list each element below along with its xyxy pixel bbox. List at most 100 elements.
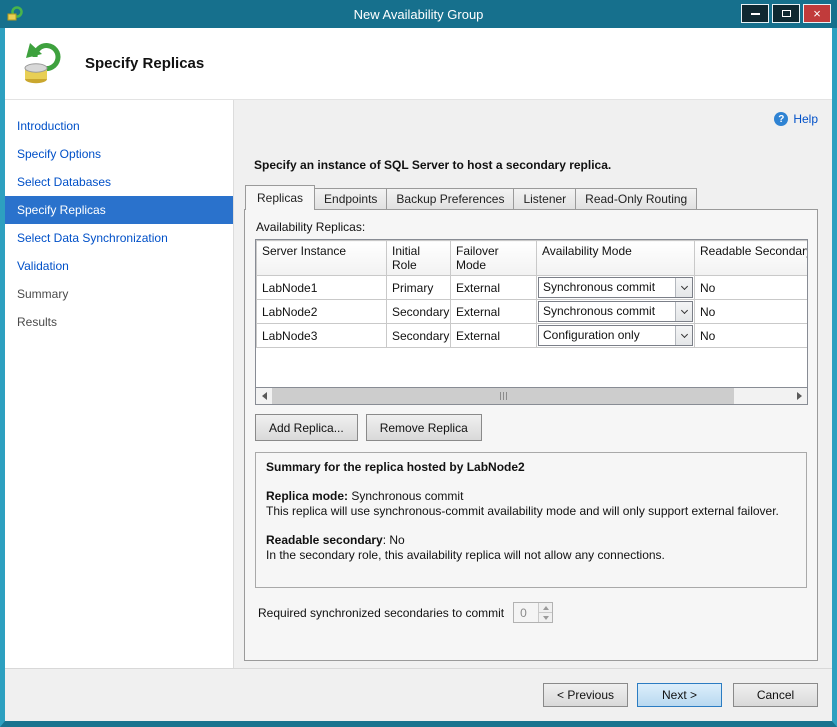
cell-failover-mode: External (451, 276, 537, 300)
cell-initial-role: Primary (387, 276, 451, 300)
cell-readable-secondary: No (695, 324, 809, 348)
grid-header-row: Server Instance Initial Role Failover Mo… (257, 241, 809, 276)
horizontal-scrollbar (255, 388, 808, 405)
spin-up-icon (543, 606, 549, 610)
thumb-grip-icon (503, 392, 504, 400)
replica-mode-value: Synchronous commit (348, 489, 463, 503)
scroll-right-button[interactable] (791, 388, 807, 404)
sidebar-item-validation[interactable]: Validation (5, 252, 233, 280)
availability-replicas-grid: Server Instance Initial Role Failover Mo… (255, 239, 808, 388)
chevron-down-icon (680, 331, 687, 338)
summary-title: Summary for the replica hosted by LabNod… (266, 460, 796, 476)
availability-mode-value: Synchronous commit (539, 278, 675, 297)
replica-summary-panel: Summary for the replica hosted by LabNod… (255, 452, 807, 588)
wizard-header: Specify Replicas (5, 28, 832, 100)
cell-initial-role: Secondary (387, 324, 451, 348)
scroll-left-button[interactable] (256, 388, 272, 404)
cell-failover-mode: External (451, 300, 537, 324)
next-button[interactable]: Next > (637, 683, 722, 707)
replica-buttons-row: Add Replica... Remove Replica (255, 414, 807, 441)
chevron-down-icon (680, 307, 687, 314)
replica-mode-description: This replica will use synchronous-commit… (266, 504, 796, 520)
window-title: New Availability Group (0, 7, 837, 22)
replica-mode-section: Replica mode: Synchronous commit This re… (266, 489, 796, 520)
cell-initial-role: Secondary (387, 300, 451, 324)
cell-failover-mode: External (451, 324, 537, 348)
required-secondaries-spinner: 0 (513, 602, 553, 623)
maximize-button[interactable] (772, 4, 800, 23)
dropdown-button[interactable] (675, 302, 692, 321)
col-header-initial-role: Initial Role (387, 241, 451, 276)
thumb-grip-icon (500, 392, 501, 400)
cell-availability-mode: Synchronous commit (537, 300, 695, 324)
availability-mode-dropdown[interactable]: Configuration only (538, 325, 693, 346)
window-controls: × (741, 4, 831, 23)
readable-secondary-label: Readable secondary (266, 533, 383, 547)
footer-button-bar: < Previous Next > Cancel (5, 668, 832, 721)
title-bar: New Availability Group × (0, 0, 837, 28)
table-row[interactable]: LabNode1 Primary External Synchronous co… (257, 276, 809, 300)
chevron-down-icon (680, 283, 687, 290)
tab-replicas[interactable]: Replicas (245, 185, 315, 210)
previous-button[interactable]: < Previous (543, 683, 628, 707)
replicas-tab-page: Availability Replicas: Server Instance I… (244, 209, 818, 661)
required-secondaries-value: 0 (514, 603, 538, 622)
add-replica-button[interactable]: Add Replica... (255, 414, 358, 441)
cell-readable-secondary: No (695, 276, 809, 300)
minimize-icon (751, 13, 760, 15)
cell-readable-secondary: No (695, 300, 809, 324)
tab-backup-preferences[interactable]: Backup Preferences (386, 188, 514, 209)
tab-read-only-routing[interactable]: Read-Only Routing (575, 188, 697, 209)
help-icon: ? (774, 112, 788, 126)
tab-strip: Replicas Endpoints Backup Preferences Li… (244, 185, 818, 209)
availability-mode-value: Configuration only (539, 326, 675, 345)
cell-server-instance: LabNode3 (257, 324, 387, 348)
col-header-availability-mode: Availability Mode (537, 241, 695, 276)
spin-up-button (539, 603, 552, 612)
cancel-button[interactable]: Cancel (733, 683, 818, 707)
close-icon: × (813, 7, 821, 20)
scrollbar-thumb[interactable] (272, 388, 734, 404)
app-icon (7, 6, 23, 22)
minimize-button[interactable] (741, 4, 769, 23)
table-row[interactable]: LabNode2 Secondary External Synchronous … (257, 300, 809, 324)
sidebar-item-select-databases[interactable]: Select Databases (5, 168, 233, 196)
replica-mode-label: Replica mode: (266, 489, 348, 503)
help-label: Help (793, 112, 818, 126)
readable-secondary-section: Readable secondary: No In the secondary … (266, 533, 796, 564)
availability-mode-dropdown[interactable]: Synchronous commit (538, 301, 693, 322)
sidebar-item-introduction[interactable]: Introduction (5, 112, 233, 140)
close-button[interactable]: × (803, 4, 831, 23)
scrollbar-track[interactable] (734, 388, 791, 404)
col-header-server-instance: Server Instance (257, 241, 387, 276)
remove-replica-button[interactable]: Remove Replica (366, 414, 482, 441)
availability-mode-dropdown[interactable]: Synchronous commit (538, 277, 693, 298)
content-area: ? Help Specify an instance of SQL Server… (234, 100, 832, 668)
sidebar-item-specify-options[interactable]: Specify Options (5, 140, 233, 168)
sidebar-item-select-data-synchronization[interactable]: Select Data Synchronization (5, 224, 233, 252)
cell-server-instance: LabNode1 (257, 276, 387, 300)
dropdown-button[interactable] (675, 326, 692, 345)
sidebar-item-summary: Summary (5, 280, 233, 308)
tab-listener[interactable]: Listener (513, 188, 576, 209)
spinner-arrows (538, 603, 552, 622)
cell-server-instance: LabNode2 (257, 300, 387, 324)
thumb-grip-icon (506, 392, 507, 400)
dropdown-button[interactable] (675, 278, 692, 297)
availability-group-icon (21, 41, 67, 87)
scroll-right-icon (797, 392, 802, 400)
col-header-readable-secondary: Readable Secondary (695, 241, 809, 276)
tab-endpoints[interactable]: Endpoints (314, 188, 387, 209)
availability-mode-value: Synchronous commit (539, 302, 675, 321)
help-link[interactable]: ? Help (244, 110, 818, 128)
sidebar-item-specify-replicas[interactable]: Specify Replicas (5, 196, 233, 224)
table-row[interactable]: LabNode3 Secondary External Configuratio… (257, 324, 809, 348)
window-body: Specify Replicas Introduction Specify Op… (0, 28, 837, 727)
readable-secondary-value: : No (383, 533, 405, 547)
new-availability-group-window: New Availability Group × Specify Replica… (0, 0, 837, 727)
readable-secondary-description: In the secondary role, this availability… (266, 548, 796, 564)
availability-replicas-label: Availability Replicas: (256, 220, 807, 235)
instruction-text: Specify an instance of SQL Server to hos… (254, 158, 818, 173)
spin-down-icon (543, 616, 549, 620)
spin-down-button (539, 612, 552, 622)
